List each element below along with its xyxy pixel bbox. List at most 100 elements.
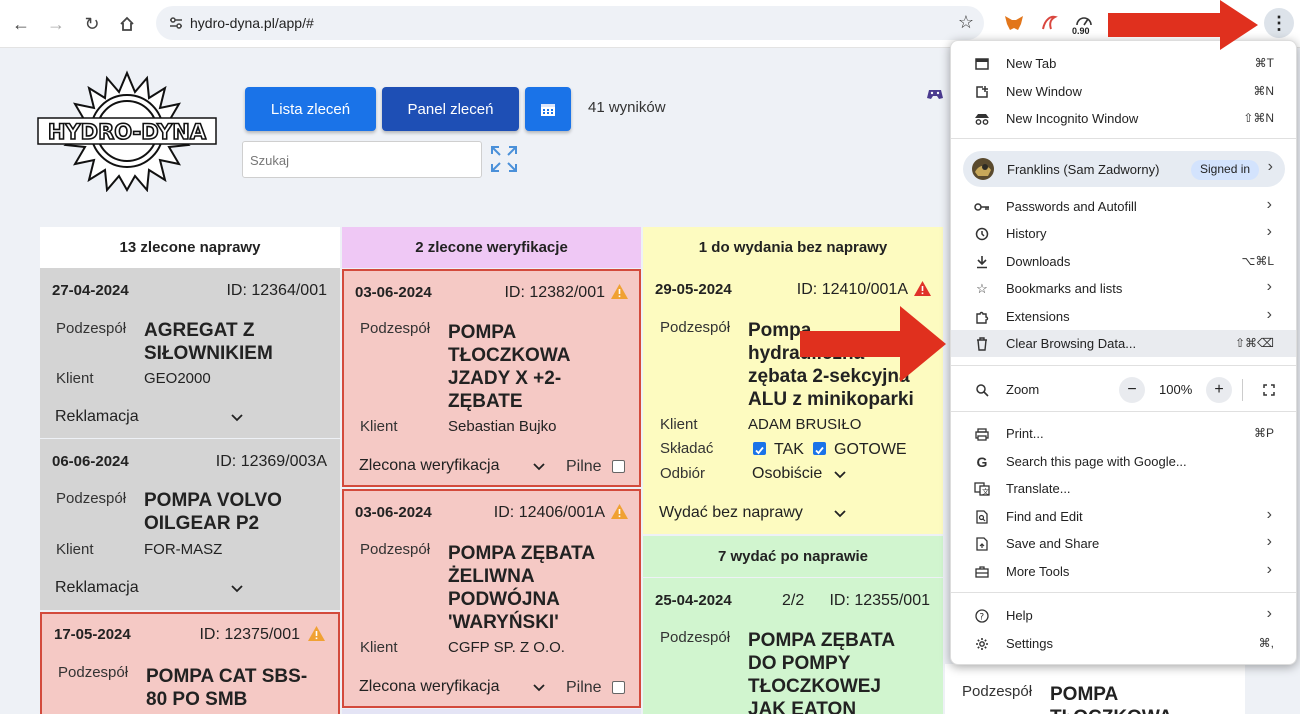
menu-item-clear-browsing-data[interactable]: Clear Browsing Data... ⇧⌘⌫ <box>951 330 1296 357</box>
lista-zlecen-button[interactable]: Lista zleceń <box>245 87 376 131</box>
menu-item-translate[interactable]: 文 Translate... <box>951 475 1296 502</box>
avatar <box>972 158 994 180</box>
part-name-line: POMPA ZĘBATA <box>448 543 596 564</box>
pilne-checkbox[interactable] <box>612 460 625 473</box>
status-select[interactable]: Wydać bez naprawy <box>659 504 803 522</box>
podzespol-label: Podzespół <box>58 664 129 681</box>
part-name-line: POMPA VOLVO <box>144 490 282 511</box>
download-icon <box>973 253 991 271</box>
history-icon <box>973 225 991 243</box>
order-card[interactable]: Podzespół POMPA TŁOCZKOWA <box>945 664 1245 714</box>
zoom-in-button[interactable]: + <box>1206 377 1232 403</box>
chrome-menu-icon[interactable]: ⋮ <box>1264 8 1294 38</box>
podzespol-label: Podzespół <box>360 320 431 337</box>
podzespol-label: Podzespół <box>360 541 431 558</box>
client-name: Sebastian Bujko <box>448 418 557 435</box>
google-icon: G <box>976 454 988 470</box>
site-settings-icon[interactable] <box>168 15 184 31</box>
zoom-out-button[interactable]: − <box>1119 377 1145 403</box>
status-select[interactable]: Reklamacja <box>55 408 139 426</box>
menu-item-history[interactable]: History › <box>951 220 1296 247</box>
part-name-line: POMPA <box>448 322 517 343</box>
trash-icon <box>973 335 991 353</box>
part-name-line: DO POMPY <box>748 653 851 674</box>
home-icon[interactable] <box>115 12 139 36</box>
new-tab-icon <box>973 55 991 73</box>
menu-shortcut: ⌘, <box>1258 636 1274 650</box>
card-id: ID: 12369/003A <box>215 453 327 470</box>
puzzle-icon <box>973 308 991 326</box>
help-icon: ? <box>973 607 991 625</box>
calendar-button[interactable] <box>525 87 571 131</box>
status-select[interactable]: Zlecona weryfikacja <box>359 457 500 475</box>
results-count: 41 wyników <box>588 99 666 116</box>
menu-item-help[interactable]: ? Help › <box>951 602 1296 629</box>
odbior-select[interactable]: Osobiście <box>752 465 822 483</box>
tak-checkbox[interactable] <box>753 442 766 455</box>
menu-item-settings[interactable]: Settings ⌘, <box>951 630 1296 657</box>
new-window-icon <box>973 83 991 101</box>
client-name: CGFP SP. Z O.O. <box>448 639 565 656</box>
menu-item-search-google[interactable]: G Search this page with Google... <box>951 448 1296 475</box>
forward-icon[interactable]: → <box>44 12 68 36</box>
pilne-checkbox[interactable] <box>612 681 625 694</box>
annotation-arrow-icon <box>1108 0 1258 50</box>
menu-item-incognito[interactable]: New Incognito Window ⇧⌘N <box>951 105 1296 132</box>
gotowe-label: GOTOWE <box>834 441 907 458</box>
order-card[interactable]: 27-04-2024 ID: 12364/001 Podzespół AGREG… <box>40 268 340 438</box>
part-name-line: TŁOCZKOWA <box>448 345 571 366</box>
chrome-menu: New Tab ⌘T New Window ⌘N New Incognito W… <box>950 40 1297 665</box>
menu-item-extensions[interactable]: Extensions › <box>951 303 1296 330</box>
expand-icon[interactable] <box>490 145 518 173</box>
menu-item-zoom: Zoom − 100% + <box>951 375 1296 405</box>
klient-label: Klient <box>56 370 94 387</box>
chevron-right-icon: › <box>1266 561 1272 578</box>
menu-item-find-edit[interactable]: Find and Edit › <box>951 503 1296 530</box>
profile-name: Franklins (Sam Zadworny) <box>1007 162 1160 177</box>
menu-item-more-tools[interactable]: More Tools › <box>951 558 1296 585</box>
chevron-right-icon: › <box>1266 223 1272 240</box>
reload-icon[interactable]: ↻ <box>80 12 104 36</box>
status-select[interactable]: Reklamacja <box>55 579 139 597</box>
menu-label: New Incognito Window <box>1006 111 1139 126</box>
bookmark-star-icon[interactable]: ☆ <box>958 12 974 33</box>
warning-icon <box>914 281 931 296</box>
menu-label: Help <box>1006 608 1033 623</box>
menu-shortcut: ⌘T <box>1254 56 1274 70</box>
skladac-label: Składać <box>660 440 714 457</box>
card-date: 25-04-2024 <box>655 592 732 609</box>
menu-item-bookmarks[interactable]: ☆ Bookmarks and lists › <box>951 275 1296 302</box>
order-card[interactable]: 06-06-2024 ID: 12369/003A Podzespół POMP… <box>40 439 340 610</box>
address-bar[interactable]: hydro-dyna.pl/app/# ☆ <box>156 6 984 40</box>
menu-item-downloads[interactable]: Downloads ⌥⌘L <box>951 248 1296 275</box>
fullscreen-icon[interactable] <box>1260 381 1278 399</box>
chevron-down-icon <box>231 414 243 422</box>
panel-zlecen-button[interactable]: Panel zleceń <box>382 87 519 131</box>
menu-item-new-window[interactable]: New Window ⌘N <box>951 78 1296 105</box>
order-card-urgent[interactable]: 17-05-2024 ID: 12375/001 Podzespół POMPA… <box>40 612 340 714</box>
menu-item-save-share[interactable]: Save and Share › <box>951 530 1296 557</box>
gotowe-checkbox[interactable] <box>813 442 826 455</box>
search-input[interactable]: Szukaj <box>242 141 482 178</box>
order-card-urgent[interactable]: 03-06-2024 ID: 12406/001A Podzespół POMP… <box>342 489 641 708</box>
part-name-line: SIŁOWNIKIEM <box>144 343 273 364</box>
metamask-icon[interactable] <box>1002 11 1026 35</box>
menu-label: Translate... <box>1006 481 1071 496</box>
chevron-right-icon: › <box>1266 278 1272 295</box>
order-card-urgent[interactable]: 03-06-2024 ID: 12382/001 Podzespół POMPA… <box>342 269 641 487</box>
translate-icon: 文 <box>973 480 991 498</box>
part-name-line: ZĘBATE <box>448 391 523 412</box>
key-icon <box>973 198 991 216</box>
menu-shortcut: ⌘P <box>1253 426 1274 440</box>
extension-icon[interactable] <box>1037 11 1061 35</box>
menu-item-passwords[interactable]: Passwords and Autofill › <box>951 193 1296 220</box>
back-icon[interactable]: ← <box>9 12 33 36</box>
profile-row[interactable]: Franklins (Sam Zadworny) Signed in › <box>963 151 1285 187</box>
status-select[interactable]: Zlecona weryfikacja <box>359 678 500 696</box>
svg-text:?: ? <box>979 613 984 623</box>
order-card[interactable]: 25-04-2024 2/2 ID: 12355/001 Podzespół P… <box>643 578 943 714</box>
card-date: 17-05-2024 <box>54 626 131 643</box>
menu-item-print[interactable]: Print... ⌘P <box>951 420 1296 447</box>
gamepad-icon[interactable] <box>926 86 944 102</box>
podzespol-label: Podzespół <box>56 490 127 507</box>
